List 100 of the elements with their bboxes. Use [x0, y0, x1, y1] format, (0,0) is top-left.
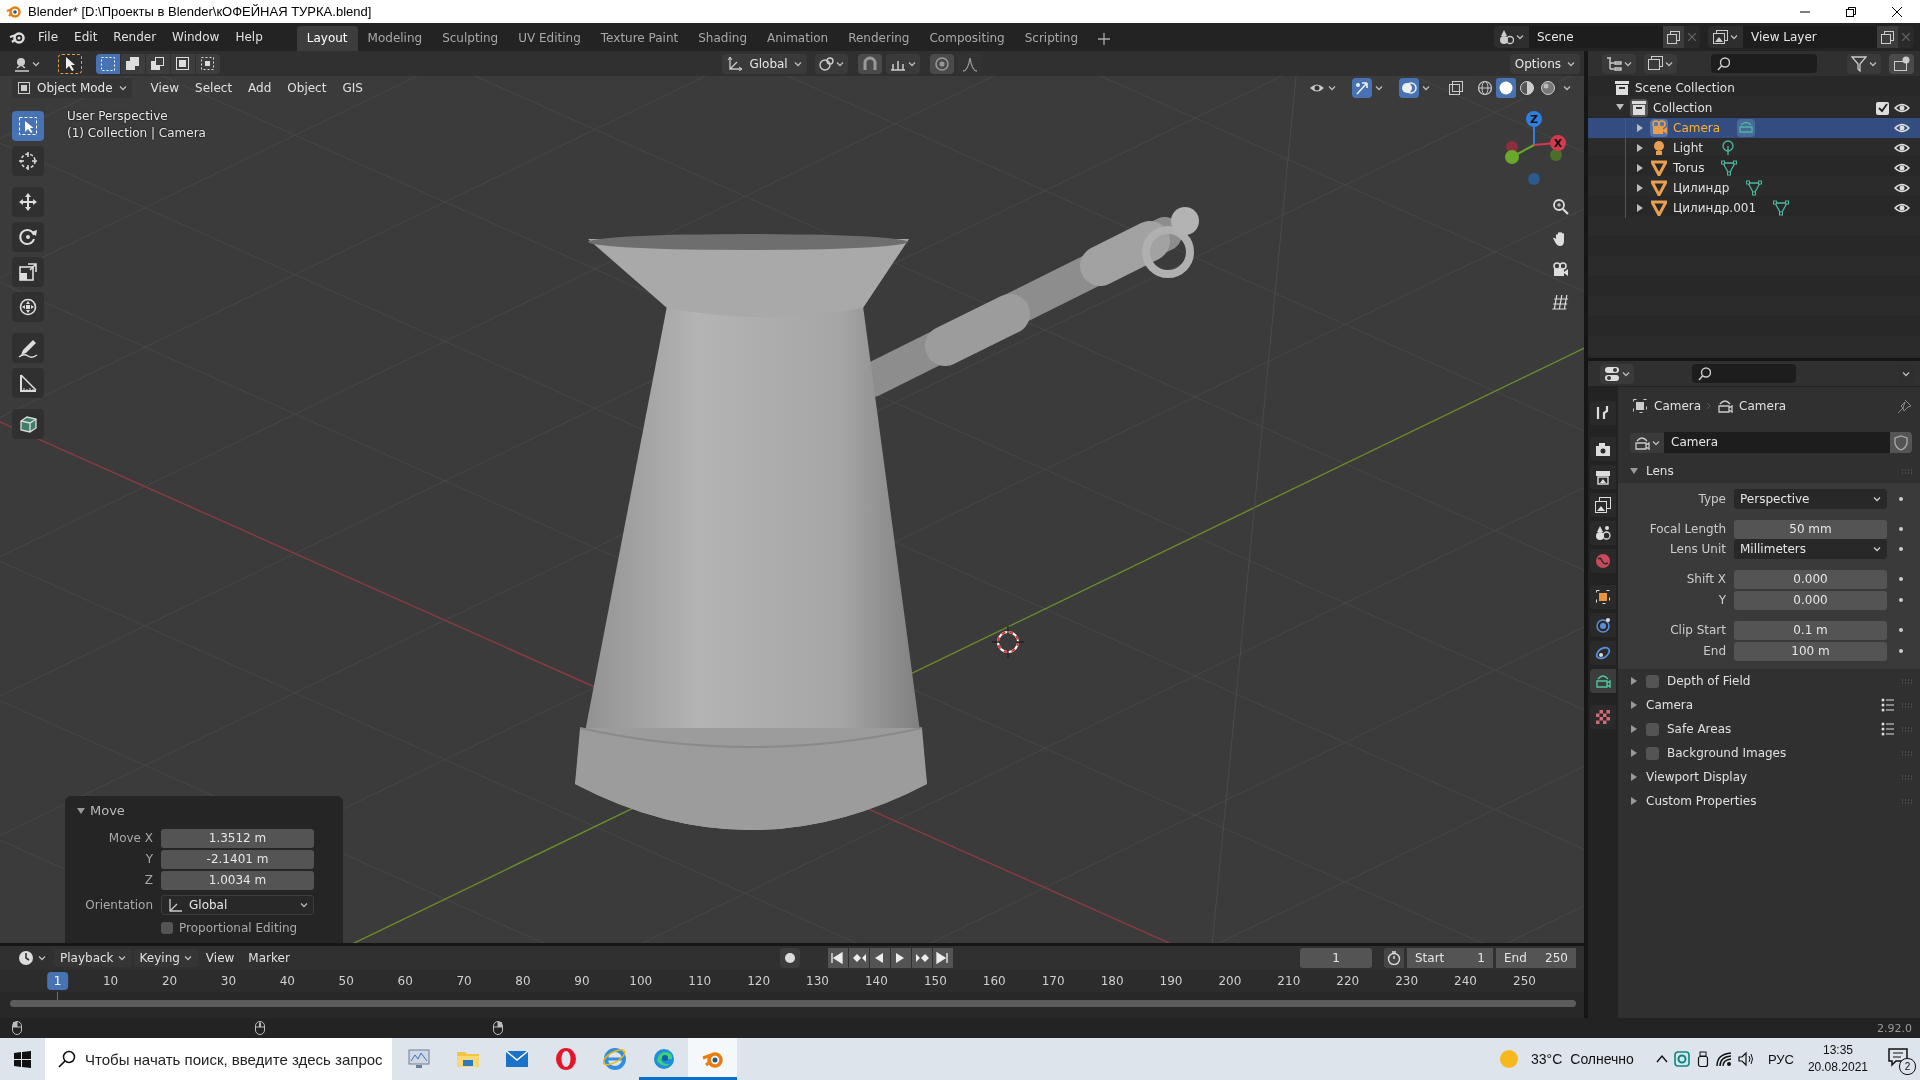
properties-icon[interactable]: [1604, 365, 1620, 382]
caret-icon[interactable]: [1567, 60, 1575, 67]
caret-icon[interactable]: [1652, 439, 1660, 446]
menu-item[interactable]: View: [199, 949, 241, 967]
falloff-curve-icon[interactable]: [961, 55, 978, 72]
panel-header[interactable]: Camera: [1626, 693, 1912, 717]
selection-mode-button[interactable]: [146, 53, 170, 74]
copy-icon[interactable]: [1881, 30, 1894, 44]
expand-arrow-icon[interactable]: [1630, 677, 1638, 685]
tool-button[interactable]: [12, 333, 44, 363]
presets-icon[interactable]: [1881, 698, 1894, 712]
workspace-tab[interactable]: Compositing: [919, 26, 1015, 51]
proportional-icon[interactable]: [933, 55, 950, 72]
tool-button[interactable]: [12, 368, 44, 398]
outliner-row[interactable]: Light: [1588, 138, 1920, 158]
panel-title[interactable]: Move: [90, 803, 125, 818]
caret-icon[interactable]: [117, 955, 126, 961]
breadcrumb-item[interactable]: Camera: [1739, 399, 1787, 413]
shield-e-icon[interactable]: [1673, 1051, 1690, 1067]
chevron-up-icon[interactable]: [1655, 1054, 1668, 1064]
keyframe-dot[interactable]: [1899, 577, 1903, 581]
orientation-dropdown[interactable]: Global: [161, 895, 314, 915]
tool-button[interactable]: [12, 111, 44, 141]
menu-item[interactable]: Help: [227, 27, 271, 47]
properties-tab[interactable]: [1590, 401, 1616, 425]
collapse-arrow-icon[interactable]: [1630, 467, 1638, 475]
clock-time[interactable]: 13:35: [1822, 1042, 1853, 1059]
tool-button[interactable]: [12, 257, 44, 287]
caret-icon[interactable]: [1422, 85, 1430, 91]
mesh-data-icon[interactable]: [1721, 160, 1738, 176]
new-collection-icon[interactable]: [1893, 55, 1910, 72]
drag-handle-icon[interactable]: [1902, 702, 1912, 708]
menu-item[interactable]: Render: [105, 27, 165, 47]
speaker-icon[interactable]: [1737, 1051, 1754, 1067]
checkbox[interactable]: [1646, 746, 1659, 760]
menu-dropdown[interactable]: Keying: [133, 949, 198, 967]
drag-handle-icon[interactable]: [1902, 798, 1912, 804]
search-field[interactable]: [1692, 364, 1796, 383]
properties-tab[interactable]: [1590, 493, 1616, 517]
properties-tab[interactable]: [1590, 613, 1616, 637]
camera-icon[interactable]: [1551, 261, 1569, 279]
menu-item[interactable]: Edit: [66, 27, 106, 47]
caret-icon[interactable]: [38, 955, 46, 961]
next-keyframe-icon[interactable]: [914, 952, 929, 964]
caret-icon[interactable]: [835, 60, 844, 67]
taskbar-button[interactable]: [688, 1038, 737, 1080]
caret-icon[interactable]: [1873, 546, 1881, 552]
menu-item[interactable]: Marker: [242, 949, 296, 967]
caret-icon[interactable]: [32, 60, 40, 67]
number-field[interactable]: -2.1401 m: [161, 849, 314, 869]
start-frame-field[interactable]: Start 1: [1407, 948, 1493, 968]
selection-mode-button[interactable]: [196, 53, 220, 74]
outliner-row[interactable]: Цилиндр: [1588, 178, 1920, 198]
datablock-name-field[interactable]: Camera: [1664, 432, 1890, 453]
caret-icon[interactable]: [1622, 370, 1630, 377]
expand-arrow-icon[interactable]: [1637, 144, 1643, 152]
caret-icon[interactable]: [183, 955, 192, 961]
drag-handle-icon[interactable]: [1902, 750, 1912, 756]
tool-settings-icon[interactable]: [14, 55, 30, 72]
grid-icon[interactable]: [1551, 293, 1569, 311]
dropdown[interactable]: Perspective: [1734, 489, 1887, 509]
tool-button[interactable]: [12, 292, 44, 322]
number-field[interactable]: 0.000: [1734, 569, 1887, 589]
xray-icon[interactable]: [1448, 80, 1464, 96]
outliner-row[interactable]: Torus: [1588, 158, 1920, 178]
expand-arrow-icon[interactable]: [1637, 124, 1643, 132]
menu-item[interactable]: Add: [241, 78, 279, 98]
solid-sphere-button[interactable]: [1496, 78, 1516, 98]
collapse-arrow-icon[interactable]: [77, 806, 85, 815]
view-layer-icon[interactable]: [1713, 29, 1728, 45]
magnet-icon[interactable]: [861, 55, 878, 72]
search-field[interactable]: Чтобы начать поиск, введите здесь запрос: [45, 1038, 392, 1080]
add-icon[interactable]: [1098, 32, 1111, 45]
record-icon[interactable]: [784, 953, 795, 963]
checkbox[interactable]: [1646, 674, 1659, 688]
workspace-tab[interactable]: Modeling: [357, 26, 433, 51]
expand-arrow-icon[interactable]: [1637, 184, 1643, 192]
collapse-arrow-icon[interactable]: [1616, 104, 1624, 112]
panel-header[interactable]: Viewport Display: [1626, 765, 1912, 789]
caret-icon[interactable]: [1516, 34, 1524, 40]
caret-icon[interactable]: [300, 902, 308, 908]
usb-drive-icon[interactable]: [1695, 1050, 1710, 1068]
number-field[interactable]: 1.3512 m: [161, 828, 314, 848]
number-field[interactable]: 100 m: [1734, 641, 1887, 661]
menu-item[interactable]: GIS: [335, 78, 370, 98]
caret-icon[interactable]: [1375, 85, 1383, 91]
orientation-dropdown[interactable]: Global: [722, 53, 807, 74]
dropdown[interactable]: Millimeters: [1734, 539, 1887, 559]
panel-header[interactable]: Background Images: [1626, 741, 1912, 765]
options-dropdown[interactable]: Options: [1509, 53, 1580, 74]
tool-button[interactable]: [12, 146, 44, 176]
workspace-tab[interactable]: Animation: [757, 26, 839, 51]
keyframe-dot[interactable]: [1899, 547, 1903, 551]
number-field[interactable]: 0.1 m: [1734, 620, 1887, 640]
stopwatch-icon[interactable]: [1387, 951, 1401, 965]
properties-tab[interactable]: [1590, 641, 1616, 665]
tool-button[interactable]: [12, 409, 44, 439]
navigation-gizmo[interactable]: Z X: [1498, 109, 1568, 189]
caret-icon[interactable]: [1563, 85, 1571, 91]
presets-icon[interactable]: [1881, 722, 1894, 736]
